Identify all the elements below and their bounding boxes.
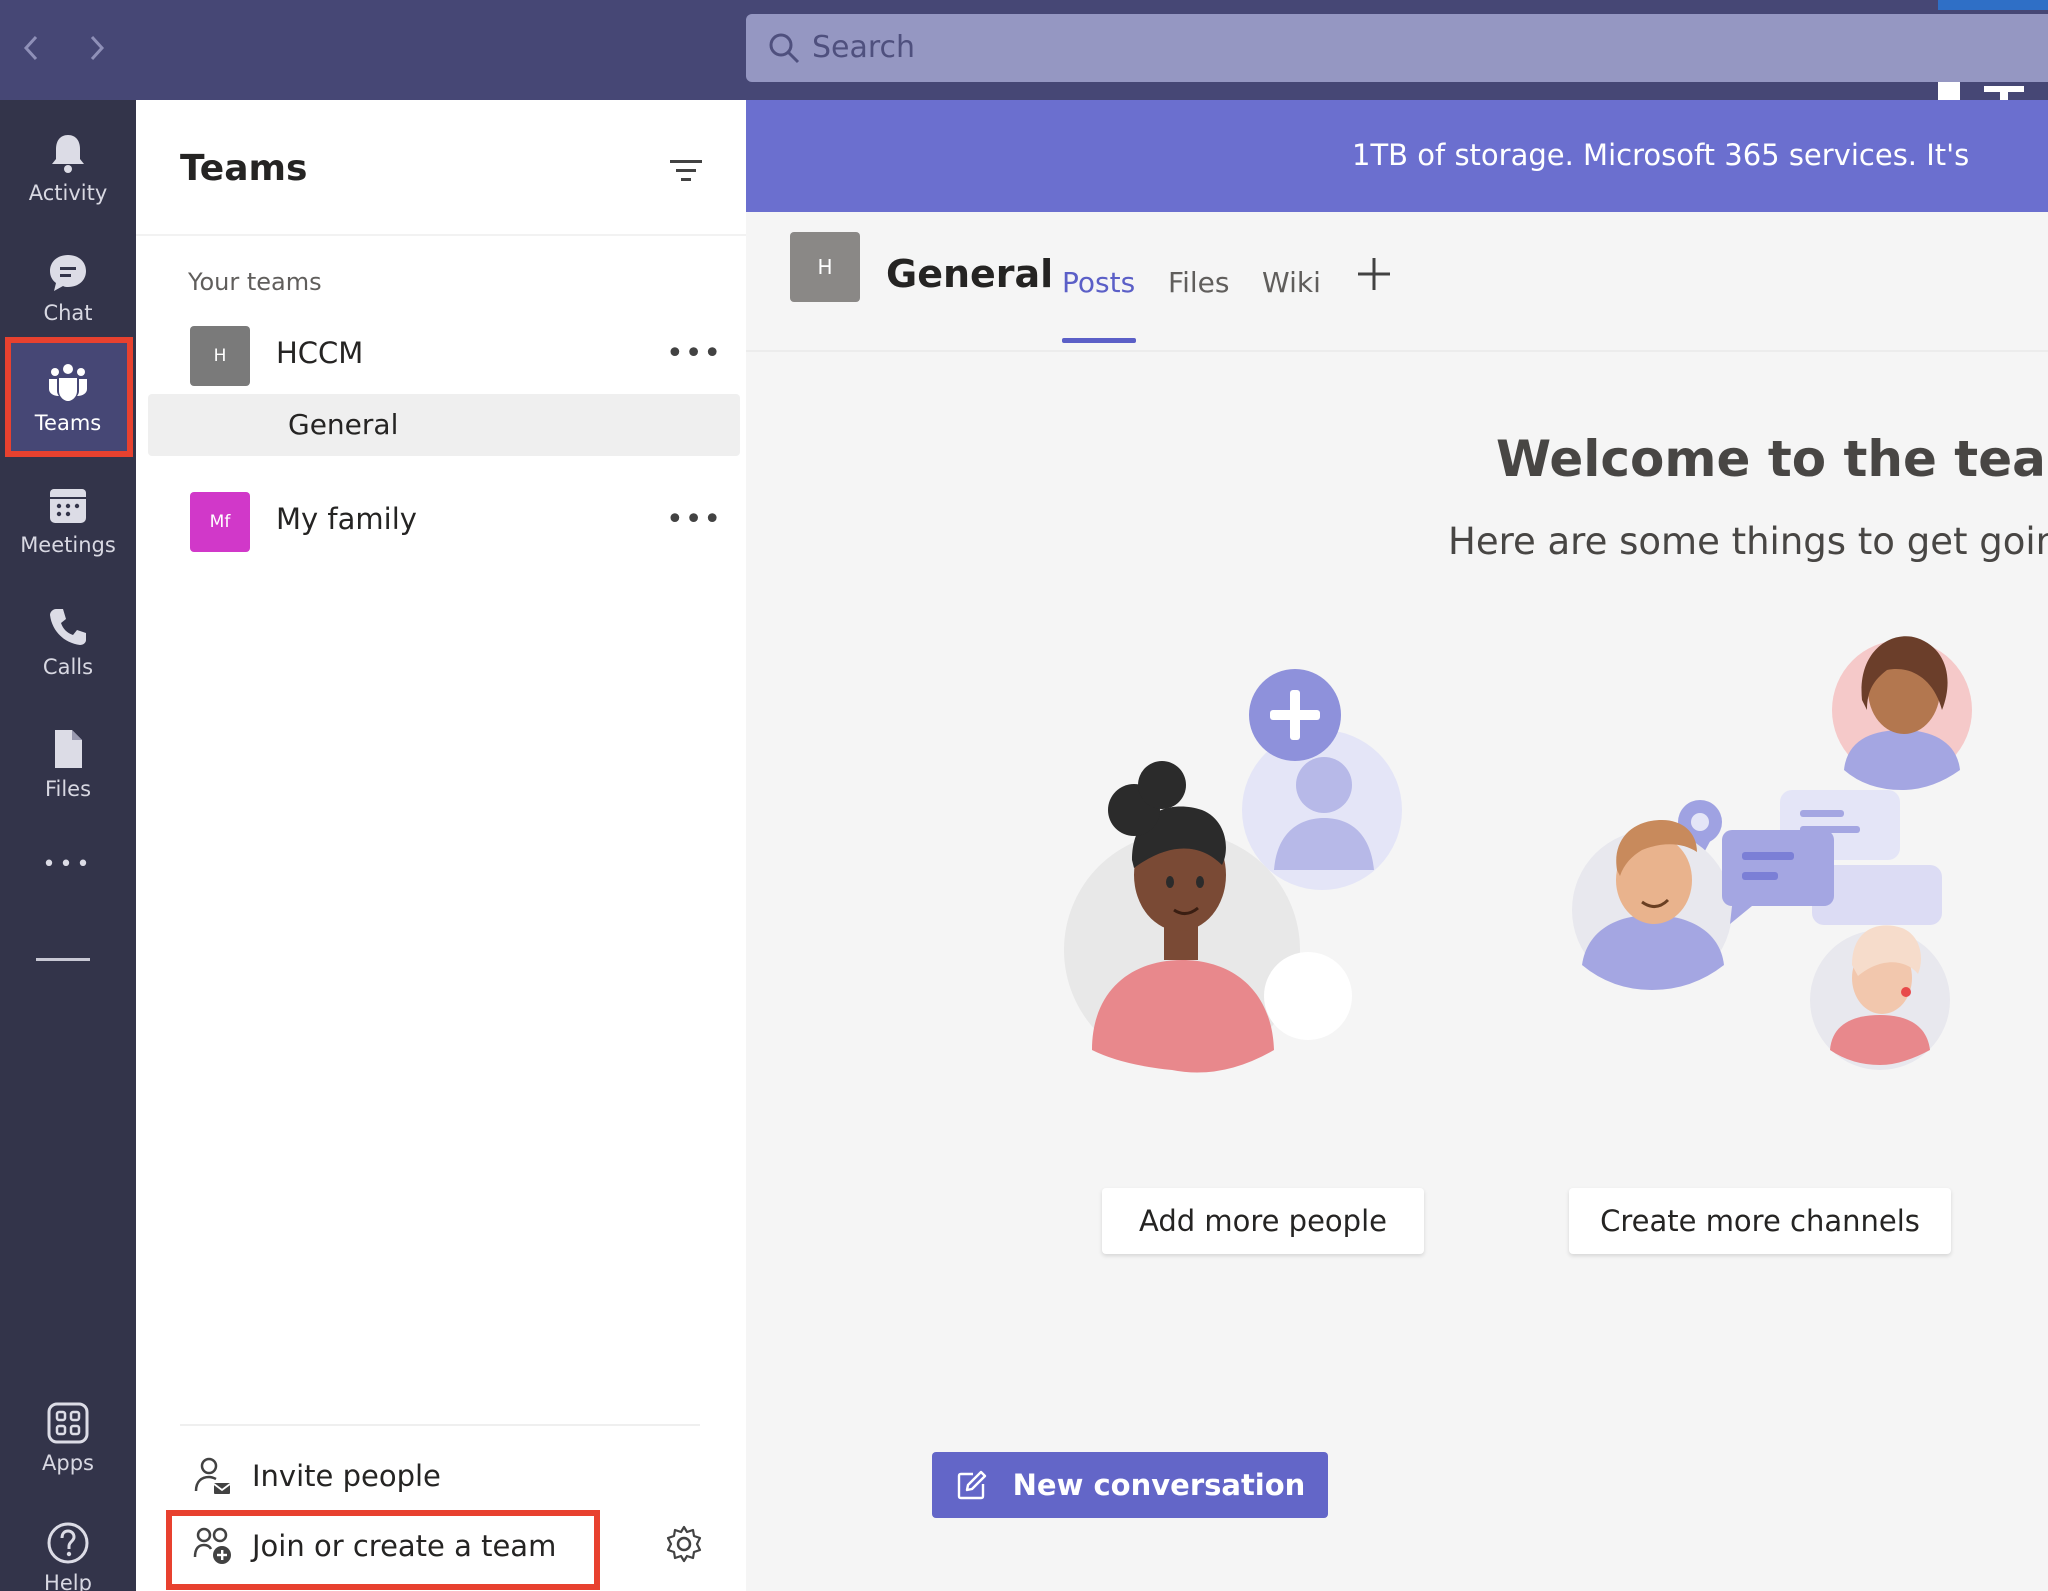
calendar-icon [50,489,86,523]
create-more-channels-button[interactable]: Create more channels [1569,1188,1951,1254]
add-people-illustration [1064,669,1402,1073]
tab-files[interactable]: Files [1168,266,1229,299]
rail-item-meetings[interactable]: Meetings [0,462,136,578]
rail-item-activity[interactable]: Activity [0,110,136,226]
app-logo-icon [1938,0,2048,100]
gear-icon[interactable] [664,1524,704,1564]
new-conversation-button[interactable]: New conversation [932,1452,1328,1518]
divider [136,234,746,236]
divider [746,350,2048,352]
welcome-title: Welcome to the team! [1496,430,2048,488]
rail-item-files[interactable]: Files [0,706,136,822]
invite-people-button[interactable]: Invite people [192,1448,692,1504]
chevron-right-icon [90,35,105,61]
more-apps-button[interactable]: ••• [0,834,136,894]
search-icon [769,33,800,64]
team-name: HCCM [276,336,364,370]
chevron-left-icon [23,35,38,61]
banner-text: 1TB of storage. Microsoft 365 services. … [1352,138,1970,172]
team-item-my-family[interactable]: Mf My family ••• [136,480,746,560]
search-placeholder: Search [812,30,916,65]
create-channels-illustration [1572,636,1972,1070]
rail-label: Calls [42,655,94,679]
add-tab-icon[interactable] [1354,254,1394,294]
rail-label: Activity [28,181,108,205]
welcome-subtitle: Here are some things to get going. [1448,520,2048,563]
new-conversation-label: New conversation [1012,1468,1306,1502]
tab-posts[interactable]: Posts [1062,266,1135,299]
invite-people-label: Invite people [252,1459,441,1493]
search-input[interactable]: Search [746,14,2048,82]
promo-banner[interactable]: 1TB of storage. Microsoft 365 services. … [746,100,2048,212]
rail-divider [36,958,90,961]
chat-icon [50,255,86,291]
teams-list-panel: Teams Your teams H HCCM ••• General Mf M… [136,100,746,1591]
rail-item-chat[interactable]: Chat [0,230,136,346]
phone-icon [50,609,86,645]
active-tab-indicator [1062,338,1136,343]
rail-label: Help [44,1571,92,1591]
tab-wiki[interactable]: Wiki [1262,266,1321,299]
rail-label: Chat [43,301,93,325]
forward-button[interactable] [76,28,116,68]
panel-title: Teams [180,148,308,189]
channel-name: General [288,408,399,441]
more-options-button[interactable]: ••• [666,336,722,371]
invite-person-icon [194,1457,231,1494]
app-bar: Activity Chat Teams Meetings Calls Files… [0,100,136,1591]
filter-icon[interactable] [666,150,706,190]
divider [180,1424,700,1426]
more-options-button[interactable]: ••• [666,502,722,537]
team-name: My family [276,502,417,536]
help-icon [47,1522,89,1564]
apps-icon [47,1402,89,1444]
team-avatar: Mf [190,492,250,552]
section-label: Your teams [188,268,322,296]
channel-title: General [886,252,1054,296]
highlight-box [166,1510,600,1590]
compose-icon [957,1470,986,1500]
file-icon [55,730,82,768]
more-icon: ••• [42,851,94,877]
rail-label: Meetings [20,533,116,557]
highlight-box [5,337,133,457]
rail-item-apps[interactable]: Apps [0,1380,136,1496]
title-bar: Search [0,0,2048,100]
channel-main-area: 1TB of storage. Microsoft 365 services. … [746,100,2048,1591]
back-button[interactable] [12,28,52,68]
team-avatar: H [190,326,250,386]
channel-avatar: H [790,232,860,302]
rail-item-help[interactable]: Help [0,1500,136,1591]
rail-label: Files [44,777,92,801]
rail-item-calls[interactable]: Calls [0,584,136,700]
channel-item-general[interactable]: General [148,394,740,456]
bell-icon [52,135,84,173]
add-more-people-button[interactable]: Add more people [1102,1188,1424,1254]
team-item-hccm[interactable]: H HCCM ••• [136,314,746,394]
rail-label: Apps [42,1451,94,1475]
